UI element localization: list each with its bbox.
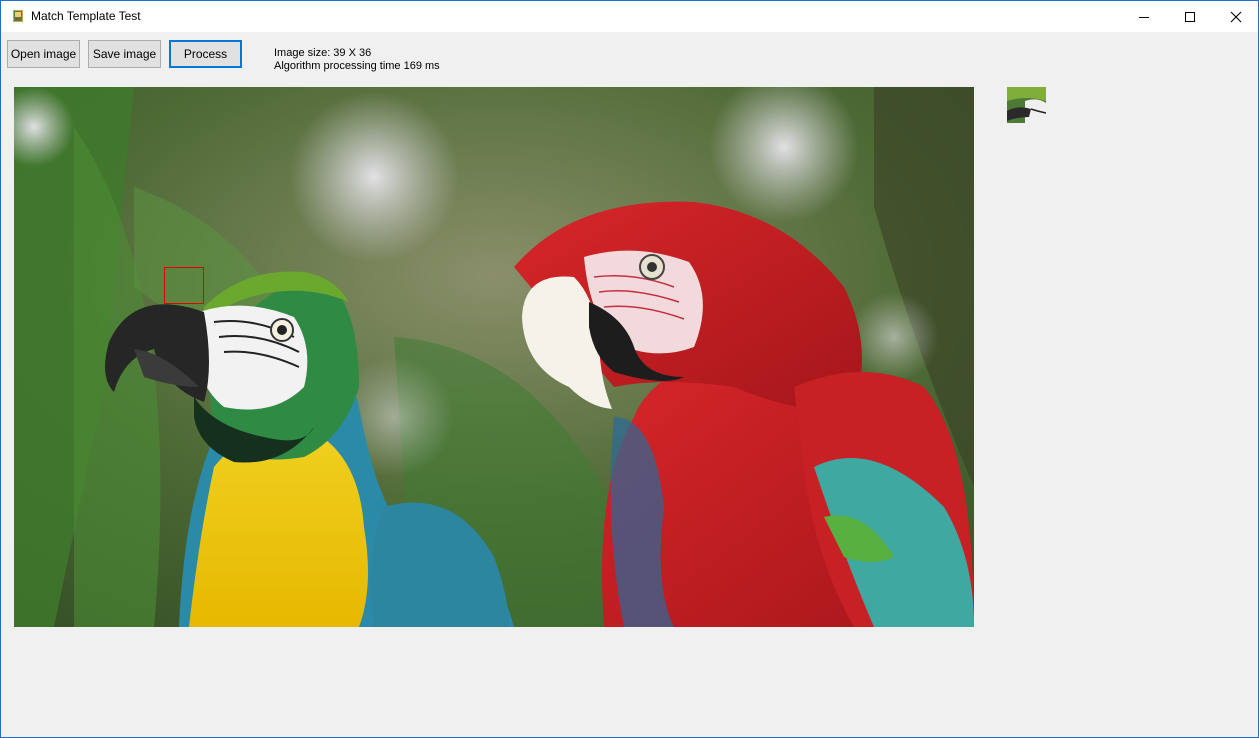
processing-time-label: Algorithm processing time 169 ms: [274, 60, 440, 72]
template-thumbnail: [1007, 87, 1046, 123]
title-bar[interactable]: Match Template Test: [1, 1, 1258, 32]
image-size-label: Image size: 39 X 36: [274, 47, 372, 59]
maximize-button[interactable]: [1167, 1, 1213, 32]
result-info: Image size: 39 X 36 Algorithm processing…: [274, 47, 440, 73]
minimize-icon: [1139, 16, 1149, 18]
window-title: Match Template Test: [31, 9, 141, 23]
process-button[interactable]: Process: [169, 40, 242, 68]
main-image[interactable]: [14, 87, 974, 627]
close-button[interactable]: [1213, 1, 1259, 32]
app-window: Match Template Test Open image Save imag…: [0, 0, 1259, 738]
app-icon: [11, 9, 25, 23]
minimize-button[interactable]: [1121, 1, 1167, 32]
open-image-button[interactable]: Open image: [7, 40, 80, 68]
close-icon: [1230, 11, 1242, 22]
maximize-icon: [1185, 11, 1195, 22]
save-image-button[interactable]: Save image: [88, 40, 161, 68]
